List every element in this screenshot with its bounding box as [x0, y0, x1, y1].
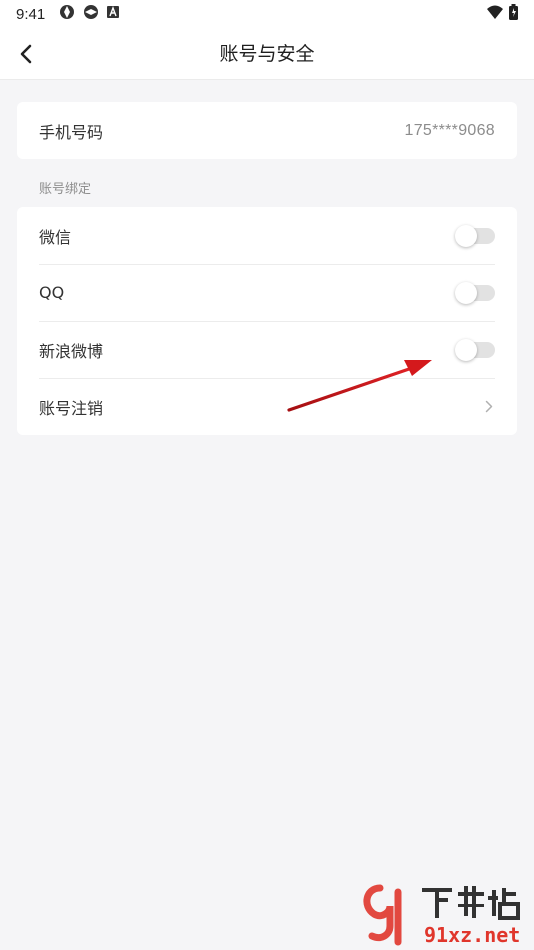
status-time: 9:41 [16, 5, 46, 23]
binding-label-wechat: 微信 [39, 227, 72, 247]
weibo-toggle[interactable] [455, 338, 495, 361]
binding-label-qq: QQ [39, 283, 65, 302]
battery-icon [509, 4, 518, 24]
account-cancel-row[interactable]: 账号注销 [17, 378, 517, 435]
aperture-icon [59, 4, 75, 24]
binding-row-wechat: 微信 [17, 207, 517, 264]
page-title: 账号与安全 [219, 43, 315, 65]
app-bar: 账号与安全 [0, 28, 534, 80]
toggle-knob [455, 338, 477, 361]
account-cancel-label: 账号注销 [39, 398, 104, 418]
status-bar: 9:41 [0, 0, 534, 28]
bindings-card: 微信 QQ 新浪微博 账号注销 [17, 207, 517, 435]
watermark-logo: 91xz.net [363, 884, 520, 947]
toggle-knob [455, 281, 477, 304]
chevron-right-icon [483, 400, 495, 414]
qq-toggle[interactable] [455, 281, 495, 304]
phone-number-label: 手机号码 [39, 122, 104, 142]
wifi-icon [487, 5, 503, 23]
watermark-url: 91xz.net [424, 923, 520, 947]
a-badge-icon [107, 6, 120, 22]
aperture-icon [83, 4, 99, 24]
binding-row-weibo: 新浪微博 [17, 321, 517, 378]
toggle-knob [455, 224, 477, 247]
phone-number-value: 175****9068 [404, 121, 495, 139]
binding-row-qq: QQ [17, 264, 517, 321]
wechat-toggle[interactable] [455, 224, 495, 247]
binding-label-weibo: 新浪微博 [39, 341, 104, 361]
section-label-bindings: 账号绑定 [39, 182, 92, 197]
phone-number-row[interactable]: 手机号码 175****9068 [17, 102, 517, 159]
phone-card: 手机号码 175****9068 [17, 102, 517, 159]
